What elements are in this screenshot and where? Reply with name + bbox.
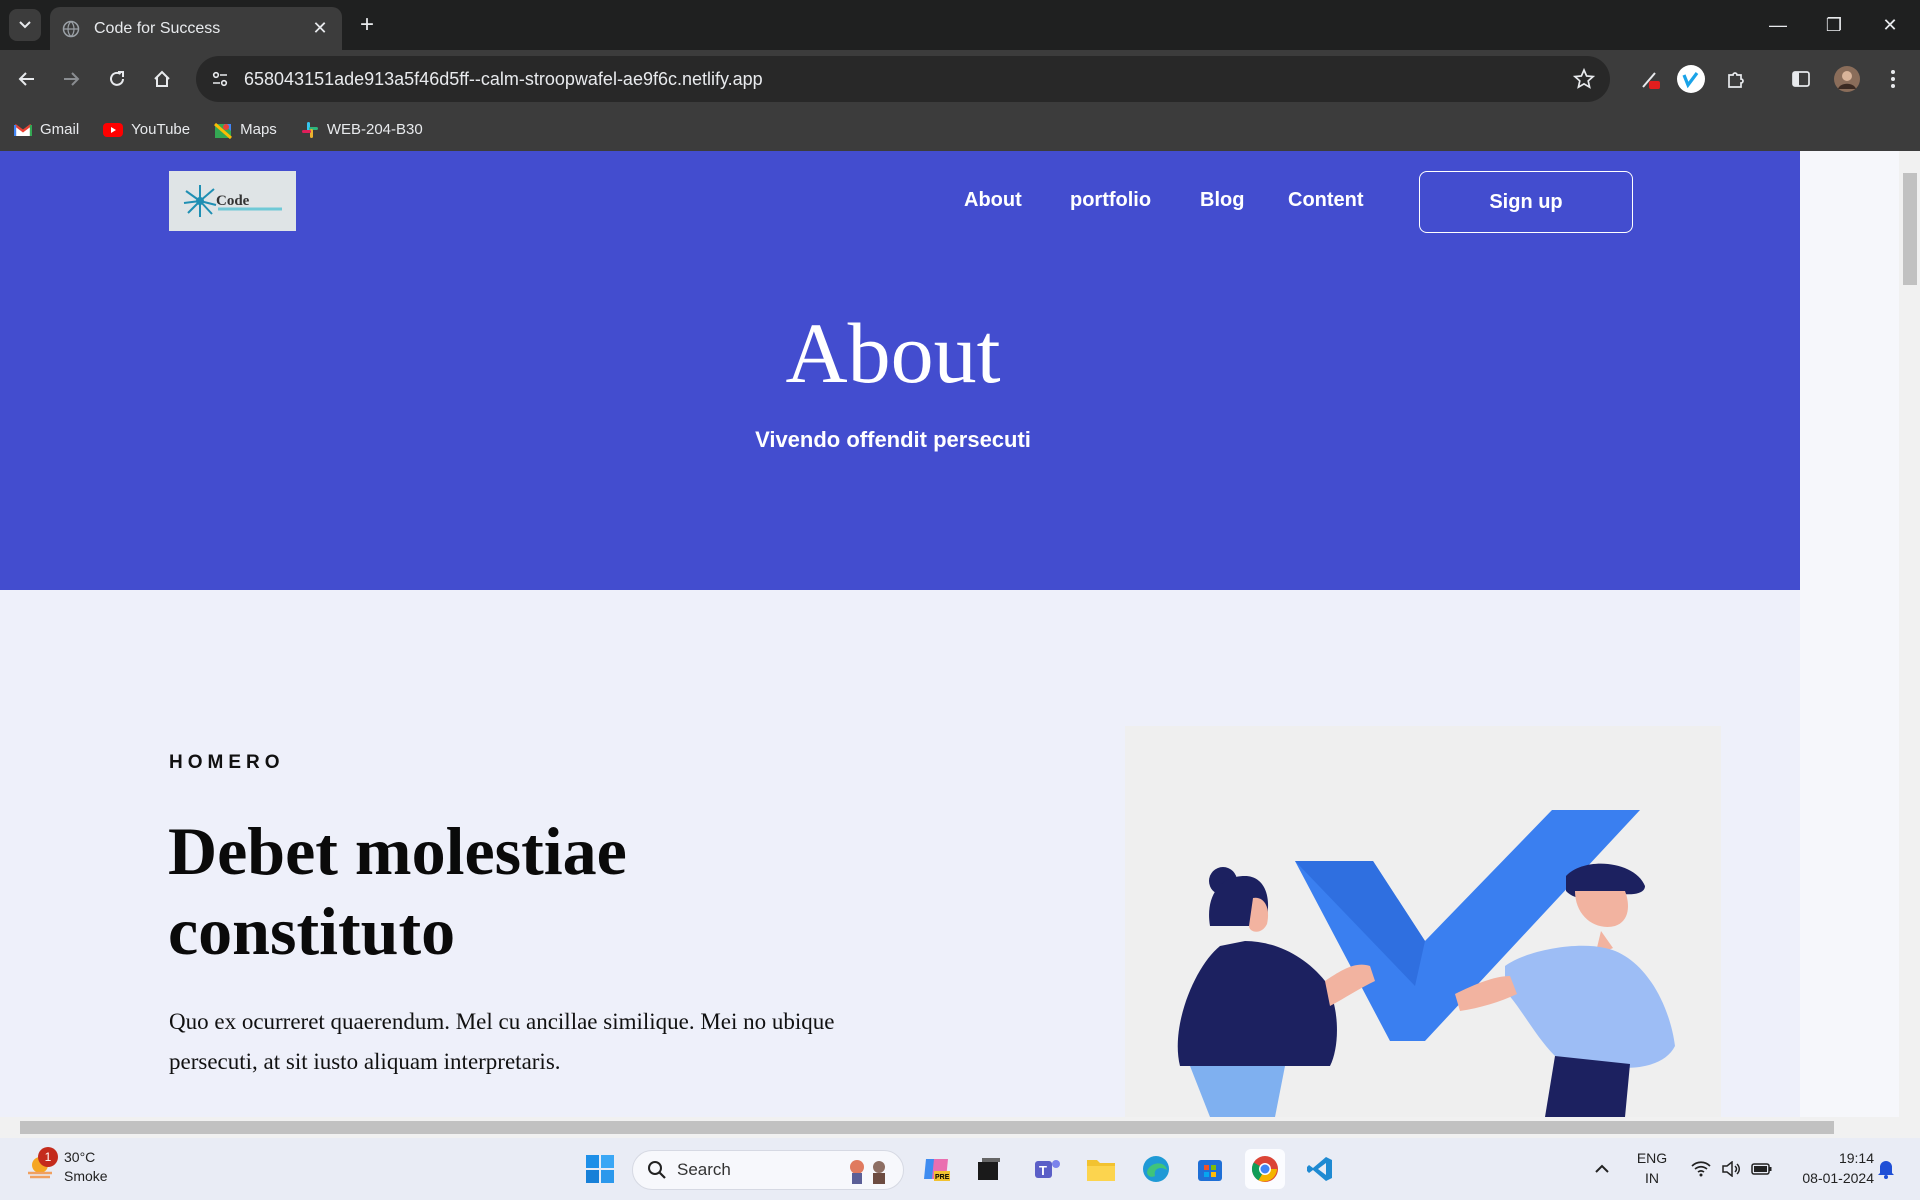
wifi-icon <box>1691 1161 1711 1177</box>
search-highlight-icon <box>850 1160 885 1184</box>
chrome-icon[interactable] <box>1245 1149 1285 1189</box>
bookmark-gmail[interactable]: Gmail <box>14 121 79 138</box>
home-button[interactable] <box>144 61 180 97</box>
browser-toolbar: 658043151ade913a5f46d5ff--calm-stroopwaf… <box>0 50 1920 108</box>
bookmark-label: YouTube <box>131 121 191 138</box>
bookmark-label: WEB-204-B30 <box>326 121 423 138</box>
url-text[interactable]: 658043151ade913a5f46d5ff--calm-stroopwaf… <box>244 69 1566 90</box>
page-viewport: Code About portfolio Blog Content Sign u… <box>0 151 1920 1117</box>
arrow-left-icon <box>18 72 34 86</box>
pen-extension-icon[interactable] <box>1634 62 1668 96</box>
close-window-button[interactable]: ✕ <box>1862 0 1918 50</box>
gmail-icon <box>14 123 32 136</box>
svg-text:T: T <box>1039 1163 1047 1178</box>
weather-temp: 30°C <box>64 1149 96 1165</box>
vimeo-extension-icon[interactable] <box>1674 62 1708 96</box>
bookmark-label: Gmail <box>40 121 80 138</box>
youtube-icon <box>103 122 124 137</box>
side-panel-icon[interactable] <box>1784 62 1818 96</box>
browser-menu-icon[interactable] <box>1876 62 1910 96</box>
scroll-thumb[interactable] <box>1903 173 1917 285</box>
maps-icon <box>214 122 233 139</box>
minimize-button[interactable]: — <box>1750 0 1806 50</box>
lang-region: IN <box>1645 1170 1659 1186</box>
chevron-down-icon <box>19 21 31 29</box>
svg-text:Code: Code <box>216 193 250 209</box>
active-tab[interactable]: Code for Success ✕ <box>50 7 342 50</box>
extensions-puzzle-icon[interactable] <box>1719 62 1753 96</box>
tab-search-button[interactable] <box>9 9 41 41</box>
volume-icon <box>1722 1161 1740 1177</box>
taskbar-search[interactable]: Search <box>632 1150 904 1190</box>
weather-desc: Smoke <box>64 1168 108 1184</box>
teams-icon[interactable]: T <box>1027 1149 1067 1189</box>
restore-button[interactable]: ❐ <box>1806 0 1862 50</box>
signup-button[interactable]: Sign up <box>1419 171 1633 233</box>
bookmark-web-204-b30[interactable]: WEB-204-B30 <box>301 121 423 139</box>
tab-title: Code for Success <box>94 19 221 37</box>
weather-icon: 1 <box>24 1147 58 1183</box>
close-tab-icon[interactable]: ✕ <box>310 18 330 39</box>
site-logo[interactable]: Code <box>169 171 296 231</box>
language-indicator[interactable]: ENG IN <box>1630 1148 1674 1188</box>
bookmark-youtube[interactable]: YouTube <box>103 121 190 138</box>
reload-icon <box>110 71 124 86</box>
search-placeholder: Search <box>677 1160 731 1179</box>
tray-overflow-icon[interactable] <box>1582 1149 1622 1189</box>
address-bar[interactable]: 658043151ade913a5f46d5ff--calm-stroopwaf… <box>196 56 1610 102</box>
section-headline: Debet molestiae constituto <box>168 813 627 969</box>
vertical-scrollbar[interactable] <box>1800 151 1920 1117</box>
bookmark-maps[interactable]: Maps <box>214 121 277 139</box>
reload-button[interactable] <box>99 61 135 97</box>
windows-start-icon[interactable] <box>580 1149 620 1189</box>
notification-bell-icon[interactable] <box>1866 1149 1906 1189</box>
profile-avatar[interactable] <box>1830 62 1864 96</box>
edge-icon[interactable] <box>1136 1149 1176 1189</box>
forward-button[interactable] <box>53 61 89 97</box>
clock-date: 08-01-2024 <box>1802 1170 1874 1186</box>
lang-code: ENG <box>1636 1150 1668 1166</box>
vscode-icon[interactable] <box>1300 1149 1340 1189</box>
scroll-track[interactable] <box>1899 151 1920 1117</box>
task-view-icon[interactable] <box>969 1149 1009 1189</box>
nav-blog[interactable]: Blog <box>1200 189 1244 212</box>
weather-badge: 1 <box>38 1147 58 1167</box>
clock-time: 19:14 <box>1838 1150 1874 1166</box>
horizontal-scrollbar[interactable] <box>0 1117 1920 1138</box>
system-tray-group[interactable] <box>1682 1149 1782 1189</box>
hero-section: Code About portfolio Blog Content Sign u… <box>0 151 1800 590</box>
arrow-right-icon <box>64 72 80 86</box>
home-icon <box>154 70 170 87</box>
slack-icon <box>301 121 318 138</box>
nav-content[interactable]: Content <box>1288 189 1364 212</box>
horizontal-scroll-thumb[interactable] <box>20 1121 1834 1134</box>
bookmarks-bar: Gmail YouTube Maps WEB-204-B30 <box>0 108 1920 151</box>
battery-icon <box>1751 1163 1772 1175</box>
file-explorer-icon[interactable] <box>1081 1149 1121 1189</box>
search-icon <box>648 1161 666 1179</box>
bookmark-star-icon[interactable] <box>1566 61 1602 97</box>
nav-portfolio[interactable]: portfolio <box>1070 189 1151 212</box>
hero-title: About <box>785 305 1001 401</box>
back-button[interactable] <box>9 61 45 97</box>
teamwork-illustration <box>1125 726 1721 1117</box>
clock[interactable]: 19:14 08-01-2024 <box>1784 1148 1874 1188</box>
code-logo-icon: Code <box>183 185 282 217</box>
windows-taskbar: 1 30°C Smoke Search PRE T ENG IN 19:14 0… <box>0 1138 1920 1200</box>
section-eyebrow: HOMERO <box>169 752 285 773</box>
section-paragraph: Quo ex ocurreret quaerendum. Mel cu anci… <box>169 1009 835 1074</box>
copilot-icon[interactable]: PRE <box>916 1149 956 1189</box>
globe-icon <box>62 20 80 37</box>
weather-widget[interactable]: 1 30°C Smoke <box>24 1147 108 1186</box>
nav-about[interactable]: About <box>964 189 1022 212</box>
svg-text:PRE: PRE <box>935 1174 950 1181</box>
site-info-icon[interactable] <box>206 65 234 93</box>
new-tab-button[interactable]: + <box>352 10 382 40</box>
bookmark-label: Maps <box>240 121 277 138</box>
store-icon[interactable] <box>1190 1149 1230 1189</box>
tab-strip: Code for Success ✕ + — ❐ ✕ <box>0 0 1920 50</box>
hero-subtitle: Vivendo offendit persecuti <box>755 427 1031 452</box>
